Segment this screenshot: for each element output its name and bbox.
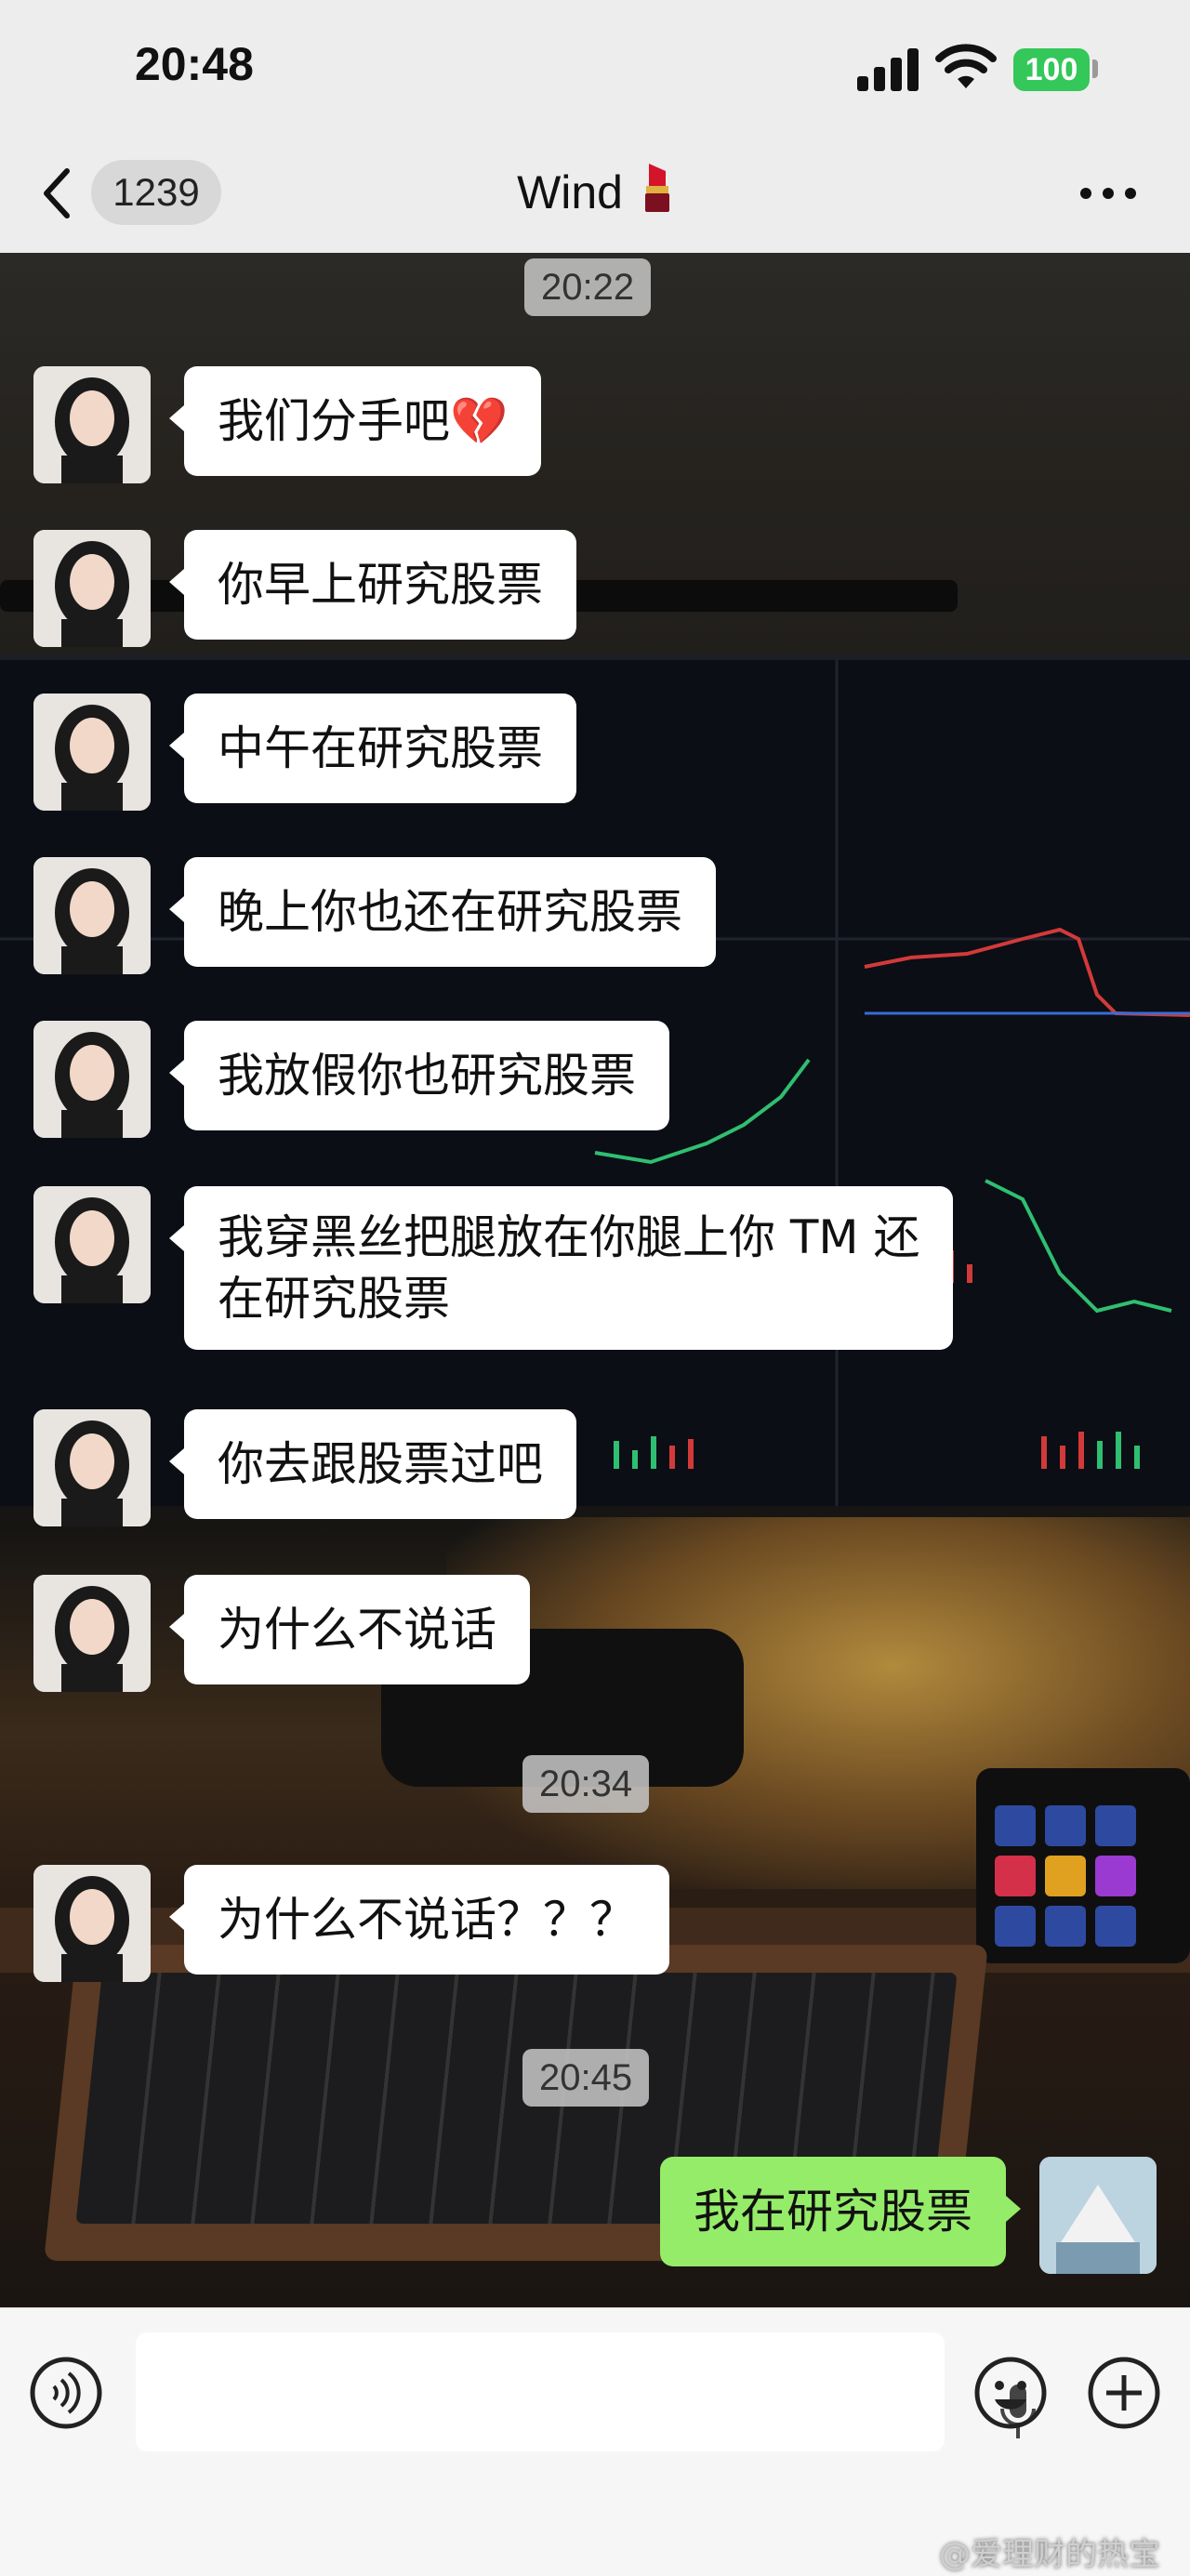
timestamp: 20:45 bbox=[522, 2049, 650, 2107]
chat-area[interactable]: 20:22 我们分手吧💔 你早上研究股票 中午在研究股票 晚上你也还在研究股票 … bbox=[0, 253, 1190, 2307]
voice-icon[interactable] bbox=[28, 2355, 104, 2431]
message-outgoing: 我在研究股票 bbox=[33, 2157, 1157, 2274]
watermark: @爱理财的热宝 bbox=[939, 2536, 1160, 2573]
plus-icon[interactable] bbox=[1086, 2355, 1162, 2431]
contact-avatar[interactable] bbox=[33, 694, 151, 811]
contact-avatar[interactable] bbox=[33, 1575, 151, 1692]
contact-avatar[interactable] bbox=[33, 1409, 151, 1526]
battery-indicator: 100 bbox=[1013, 48, 1090, 91]
emoji-icon[interactable] bbox=[972, 2355, 1049, 2431]
message-bubble: 你早上研究股票 bbox=[169, 530, 576, 640]
timestamp: 20:34 bbox=[522, 1755, 650, 1813]
wifi-icon bbox=[935, 44, 997, 88]
message-bubble: 我放假你也研究股票 bbox=[169, 1021, 669, 1130]
message-bubble: 我们分手吧💔 bbox=[168, 366, 542, 476]
message-bubble: 我在研究股票 bbox=[660, 2157, 1021, 2266]
chat-title-row: Wind bbox=[0, 160, 1190, 225]
my-avatar[interactable] bbox=[1039, 2157, 1157, 2274]
contact-avatar[interactable] bbox=[33, 1865, 151, 1982]
more-options-icon[interactable] bbox=[1078, 186, 1138, 201]
message-bubble: 我穿黑丝把腿放在你腿上你 TM 还 在研究股票 bbox=[168, 1186, 954, 1350]
status-bar: 20:48 100 bbox=[0, 0, 1190, 139]
message-bubble: 为什么不说话？？？ bbox=[169, 1865, 669, 1975]
contact-avatar[interactable] bbox=[33, 1186, 151, 1303]
contact-avatar[interactable] bbox=[33, 1021, 151, 1138]
message-bubble: 为什么不说话 bbox=[169, 1575, 530, 1684]
battery-tip bbox=[1092, 59, 1098, 78]
chat-title: Wind bbox=[517, 166, 623, 218]
message-line: 我穿黑丝把腿放在你腿上你 TM 还 bbox=[218, 1210, 920, 1264]
status-time: 20:48 bbox=[135, 38, 254, 90]
lipstick-emoji-icon bbox=[641, 162, 673, 214]
contact-avatar[interactable] bbox=[33, 530, 151, 647]
contact-avatar[interactable] bbox=[33, 366, 151, 483]
message-bubble: 你去跟股票过吧 bbox=[169, 1409, 576, 1519]
message-bubble: 中午在研究股票 bbox=[169, 694, 576, 803]
message-input[interactable] bbox=[136, 2332, 1036, 2451]
timestamp: 20:22 bbox=[524, 258, 652, 316]
chat-header: 1239 Wind bbox=[0, 139, 1190, 254]
contact-avatar[interactable] bbox=[33, 857, 151, 974]
message-bubble: 晚上你也还在研究股票 bbox=[169, 857, 716, 967]
message-line: 在研究股票 bbox=[218, 1272, 450, 1326]
background-stream-deck bbox=[976, 1768, 1190, 1963]
signal-icon bbox=[857, 48, 919, 91]
